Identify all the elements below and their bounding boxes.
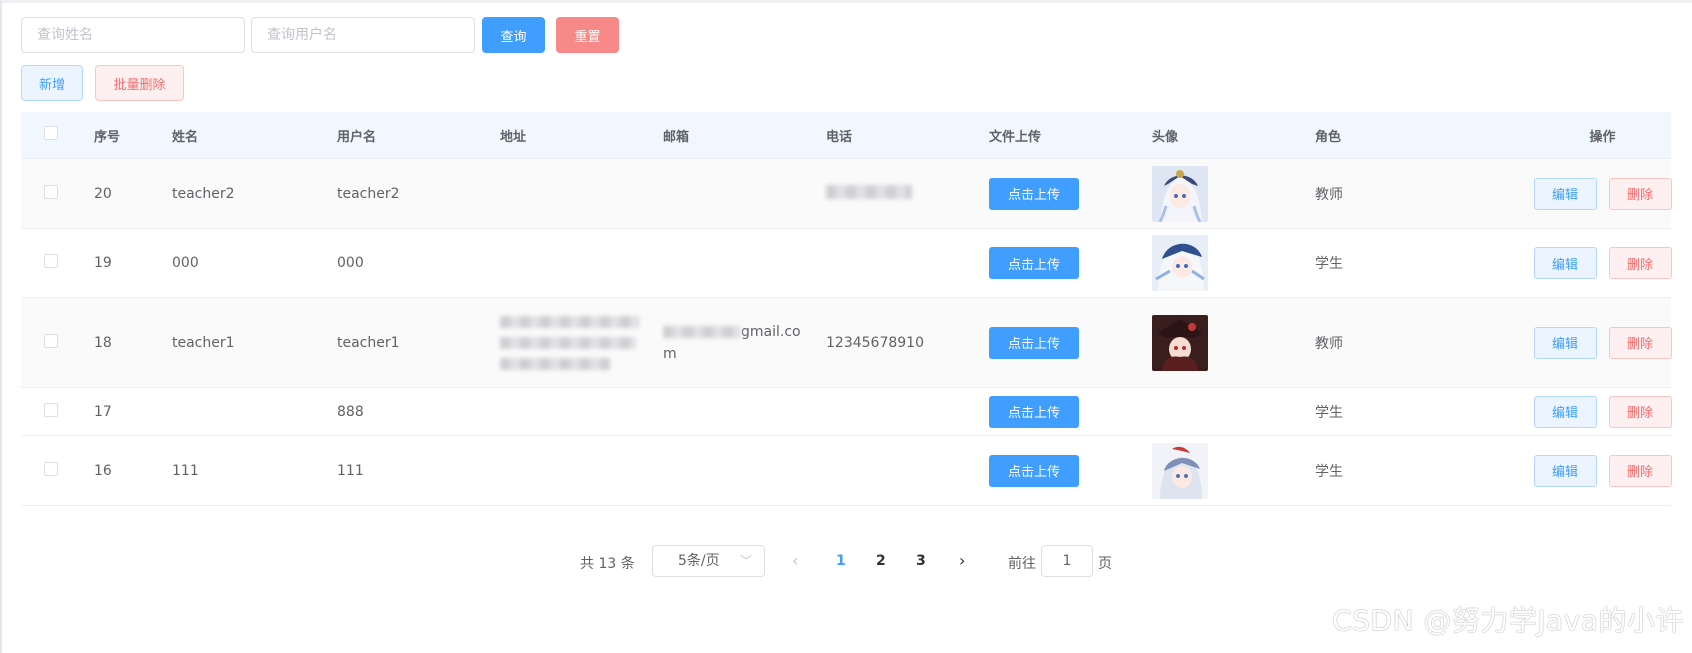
chevron-down-icon: ﹀ [739,554,752,568]
row-checkbox[interactable] [44,333,58,348]
cell-name: teacher1 [172,334,235,351]
page-3[interactable]: 3 [916,553,926,569]
edit-button[interactable]: 编辑 [1533,177,1597,210]
cell-id: 16 [94,462,112,479]
cell-address-redacted [500,315,663,370]
email-domain: gmail.co [741,323,801,340]
header-username: 用户名 [337,129,377,145]
header-email: 邮箱 [663,129,690,145]
cell-role: 学生 [1315,404,1343,421]
avatar-image [1152,442,1208,499]
delete-button[interactable]: 删除 [1608,247,1672,279]
header-id: 序号 [94,129,121,145]
pagination-total: 共 13 条 [580,556,635,572]
row-checkbox[interactable] [44,402,58,417]
goto-label: 前往 [1008,556,1036,572]
edit-button[interactable]: 编辑 [1533,247,1597,279]
table-row: 19 000 000 点击上传 学生 编辑 删除 [21,229,1672,298]
email-tail: m [663,345,677,362]
edit-button[interactable]: 编辑 [1533,454,1597,487]
cell-id: 17 [94,403,112,420]
avatar-image [1152,165,1208,222]
batch-delete-button[interactable]: 批量删除 [95,65,184,101]
add-button[interactable]: 新增 [21,65,83,101]
cell-name: 111 [172,462,199,479]
row-checkbox[interactable] [44,461,58,476]
cell-role: 教师 [1315,186,1343,203]
action-bar: 新增 批量删除 [21,65,184,101]
reset-button[interactable]: 重置 [556,17,619,53]
row-checkbox[interactable] [44,254,58,268]
cell-role: 学生 [1315,256,1343,272]
top-border [0,0,1692,3]
table-header: 序号 姓名 用户名 地址 邮箱 电话 文件上传 头像 角色 操作 [21,112,1671,159]
table-row: 20 teacher2 teacher2 点击上传 教师 编辑 删除 [21,159,1672,229]
header-ops: 操作 [1589,129,1616,145]
header-name: 姓名 [172,129,199,145]
header-role: 角色 [1315,129,1342,145]
table-row: 18 teacher1 teacher1 gmail.co m 123456789… [21,298,1672,388]
delete-button[interactable]: 删除 [1608,395,1672,428]
cell-email: gmail.co m [663,321,826,365]
row-checkbox[interactable] [44,184,58,199]
page-size-select[interactable]: 5条/页 ﹀ [652,545,765,577]
cell-username: teacher2 [337,185,400,202]
cell-id: 20 [94,185,112,202]
upload-button[interactable]: 点击上传 [989,247,1079,279]
avatar-image [1152,235,1208,291]
upload-button[interactable]: 点击上传 [989,177,1079,210]
delete-button[interactable]: 删除 [1608,177,1672,210]
prev-page-icon[interactable]: ‹ [792,551,798,570]
edit-button[interactable]: 编辑 [1533,395,1597,428]
csdn-watermark: CSDN @努力学Java的小许 [1332,604,1684,637]
cell-id: 19 [94,255,112,271]
cell-username: teacher1 [337,334,400,351]
cell-id: 18 [94,334,112,351]
page-2[interactable]: 2 [876,553,886,569]
email-redacted [663,325,741,338]
cell-username: 000 [337,255,364,271]
header-address: 地址 [500,129,527,145]
cell-role: 教师 [1315,335,1343,352]
pagination: 共 13 条 5条/页 ﹀ ‹ 1 2 3 › 前往 1 页 [0,545,1692,577]
upload-button[interactable]: 点击上传 [989,326,1079,359]
name-search-input[interactable] [21,17,245,53]
cell-name: 000 [172,255,199,271]
table-row: 17 888 点击上传 学生 编辑 删除 [21,388,1672,436]
username-search-input[interactable] [251,17,475,53]
cell-role: 学生 [1315,463,1343,480]
page-1[interactable]: 1 [836,553,846,569]
page-jump-input[interactable]: 1 [1041,545,1093,577]
header-phone: 电话 [826,129,853,145]
delete-button[interactable]: 删除 [1608,326,1672,359]
cell-phone-redacted [826,184,989,203]
search-bar: 查询 重置 [21,17,619,53]
select-all-checkbox[interactable] [44,126,58,140]
cell-username: 888 [337,403,364,420]
upload-button[interactable]: 点击上传 [989,395,1079,428]
page-size-value: 5条/页 [678,553,720,569]
cell-username: 111 [337,462,364,479]
delete-button[interactable]: 删除 [1608,454,1672,487]
upload-button[interactable]: 点击上传 [989,454,1079,487]
edit-button[interactable]: 编辑 [1533,326,1597,359]
cell-phone: 12345678910 [826,334,924,351]
table-row: 16 111 111 点击上传 学生 编辑 删除 [21,436,1672,506]
page-unit-label: 页 [1098,556,1112,572]
cell-name: teacher2 [172,185,235,202]
next-page-icon[interactable]: › [959,551,965,570]
query-button[interactable]: 查询 [482,17,545,53]
avatar-image [1152,314,1208,371]
header-upload: 文件上传 [989,129,1042,145]
header-avatar: 头像 [1152,129,1179,145]
user-table: 序号 姓名 用户名 地址 邮箱 电话 文件上传 头像 角色 操作 20 teac… [21,112,1672,506]
